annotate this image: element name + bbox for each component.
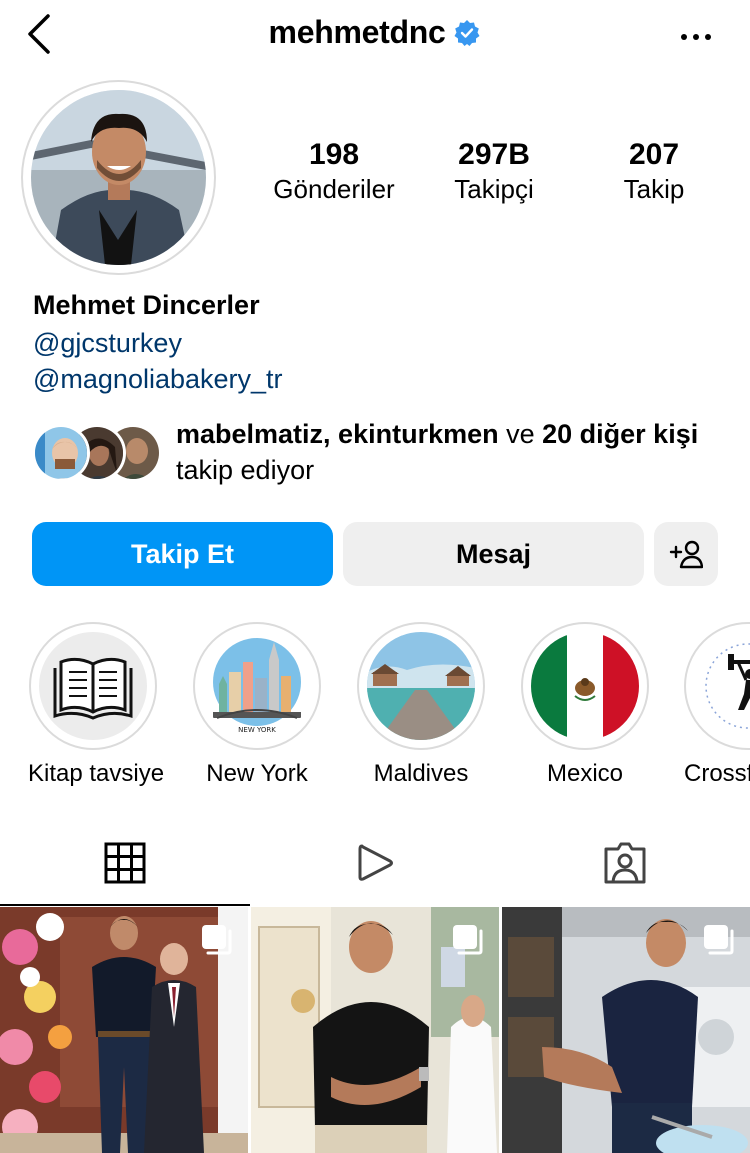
posts-label: Gönderiler xyxy=(273,174,395,204)
highlight-label: Crossf xyxy=(684,760,750,787)
highlight-ring xyxy=(357,622,485,750)
stat-followers[interactable]: 297B Takipçi xyxy=(434,138,554,205)
post-thumbnail-3[interactable] xyxy=(502,907,750,1153)
following-count: 207 xyxy=(628,138,680,171)
bio-mention-magnoliabakery[interactable]: @magnoliabakery_tr xyxy=(33,364,283,395)
highlight-label: New York xyxy=(206,760,308,787)
highlight-label: Mexico xyxy=(546,760,624,787)
post-thumbnail-1[interactable] xyxy=(0,907,248,1153)
tab-reels[interactable] xyxy=(250,820,500,906)
highlight-ring xyxy=(29,622,157,750)
post-thumbnail-2[interactable] xyxy=(251,907,499,1153)
suggest-people-button[interactable] xyxy=(654,522,718,586)
highlight-ring xyxy=(521,622,649,750)
multiple-photos-icon xyxy=(453,925,483,955)
bio-mention-gjcsturkey[interactable]: @gjcsturkey xyxy=(33,328,182,359)
followers-label: Takipçi xyxy=(454,174,534,204)
grid-icon xyxy=(104,842,146,884)
followed-by-others: 20 diğer kişi xyxy=(542,419,699,449)
stat-following[interactable]: 207 Takip xyxy=(604,138,704,205)
add-person-icon xyxy=(669,540,703,569)
followed-by-names: mabelmatiz, ekinturkmen xyxy=(176,419,499,449)
highlight-new-york[interactable]: NEW YORK New York xyxy=(192,622,322,788)
highlight-mexico[interactable]: Mexico xyxy=(520,622,650,788)
highlight-kitap-tavsiye[interactable]: Kitap tavsiye xyxy=(28,622,165,788)
tab-tagged[interactable] xyxy=(500,820,750,906)
posts-count: 198 xyxy=(308,138,360,171)
active-tab-indicator xyxy=(0,904,250,906)
follow-button[interactable]: Takip Et xyxy=(32,522,333,586)
avatar[interactable] xyxy=(31,90,206,265)
new-york-skyline-icon: NEW YORK xyxy=(203,632,311,740)
maldives-pier-icon xyxy=(367,632,475,740)
mutual-avatar-1 xyxy=(32,424,90,482)
followed-by-connector: ve xyxy=(498,419,543,449)
top-bar: mehmetdnc xyxy=(0,0,750,76)
highlight-label: Maldives xyxy=(373,760,469,787)
highlight-maldives[interactable]: Maldives xyxy=(356,622,486,788)
followed-by-suffix: takip ediyor xyxy=(176,455,315,485)
highlight-ring: NEW YORK xyxy=(193,622,321,750)
crossfit-lifter-icon xyxy=(694,632,750,740)
mutual-followers-avatars[interactable] xyxy=(32,424,162,482)
message-button[interactable]: Mesaj xyxy=(343,522,644,586)
new-york-caption: NEW YORK xyxy=(238,726,276,734)
full-name: Mehmet Dincerler xyxy=(33,290,260,320)
highlight-crossfit[interactable]: Crossf xyxy=(684,622,750,788)
followers-count: 297B xyxy=(458,138,530,171)
multiple-photos-icon xyxy=(202,925,232,955)
tagged-person-icon xyxy=(604,842,646,884)
verified-badge-icon xyxy=(454,19,480,46)
highlight-label: Kitap tavsiye xyxy=(28,760,165,787)
following-label: Takip xyxy=(623,174,685,204)
profile-tabs xyxy=(0,820,750,906)
more-horizontal-icon[interactable] xyxy=(678,22,714,52)
reels-play-icon xyxy=(358,844,393,881)
mexico-flag-icon xyxy=(531,632,639,740)
tab-grid[interactable] xyxy=(0,820,250,906)
multiple-photos-icon xyxy=(704,925,734,955)
highlight-ring xyxy=(684,622,750,750)
stat-posts[interactable]: 198 Gönderiler xyxy=(264,138,404,205)
open-book-icon xyxy=(39,632,147,740)
username-header: mehmetdnc xyxy=(0,14,750,51)
followed-by-text[interactable]: mabelmatiz, ekinturkmen ve 20 diğer kişi… xyxy=(176,416,716,488)
username: mehmetdnc xyxy=(268,14,446,50)
